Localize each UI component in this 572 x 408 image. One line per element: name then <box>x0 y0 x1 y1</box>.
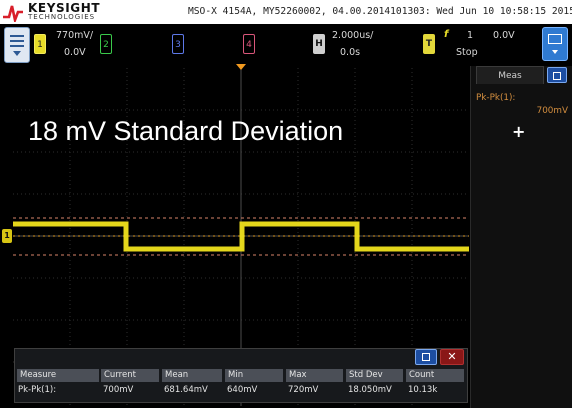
cell-count: 10.13k <box>408 385 438 395</box>
acquisition-status: Stop <box>456 47 478 58</box>
channel-1-offset: 0.0V <box>64 47 86 58</box>
channel-1-button[interactable]: 1 <box>34 34 46 54</box>
cell-measure: Pk-Pk(1): <box>18 385 57 395</box>
measurement-side-panel <box>470 66 572 408</box>
column-header-measure: Measure <box>17 369 99 382</box>
list-icon <box>422 353 430 361</box>
brand-subtitle: TECHNOLOGIES <box>28 13 96 21</box>
column-header-std-dev: Std Dev <box>346 369 403 382</box>
trigger-level: 0.0V <box>493 30 515 41</box>
trigger-position-marker[interactable] <box>236 64 246 70</box>
main-menu-button[interactable] <box>4 27 30 63</box>
list-icon <box>553 72 561 80</box>
trigger-button[interactable]: T <box>423 34 435 54</box>
channel-2-button[interactable]: 2 <box>100 34 112 54</box>
column-header-count: Count <box>406 369 464 382</box>
horizontal-delay: 0.0s <box>340 47 361 58</box>
side-measurement-value: 700mV <box>536 106 568 116</box>
column-header-current: Current <box>101 369 159 382</box>
trigger-source: 1 <box>467 30 474 41</box>
column-header-max: Max <box>286 369 343 382</box>
meas-menu-button[interactable] <box>547 67 567 83</box>
menu-icon <box>10 35 24 47</box>
add-measurement-button[interactable]: + <box>512 122 525 141</box>
instrument-info: MSO-X 4154A, MY52260002, 04.00.201410130… <box>188 6 572 17</box>
table-menu-button[interactable] <box>415 349 437 365</box>
channel-3-button[interactable]: 3 <box>172 34 184 54</box>
keysight-logo-icon <box>3 5 23 22</box>
channel-1-ground-marker[interactable]: 1 <box>2 229 12 243</box>
cell-current: 700mV <box>103 385 134 395</box>
cell-std-dev: 18.050mV <box>348 385 392 395</box>
horizontal-button[interactable]: H <box>313 34 325 54</box>
horizontal-scale: 2.000us/ <box>332 30 374 41</box>
column-header-mean: Mean <box>162 369 222 382</box>
screen-icon <box>548 34 562 44</box>
cell-min: 640mV <box>227 385 258 395</box>
cell-max: 720mV <box>288 385 319 395</box>
trigger-edge-icon: f <box>444 29 449 40</box>
cell-mean: 681.64mV <box>164 385 208 395</box>
chevron-down-icon <box>13 51 21 56</box>
column-header-min: Min <box>225 369 283 382</box>
chevron-down-icon <box>552 50 558 54</box>
channel-1-scale: 770mV/ <box>56 30 94 41</box>
display-button[interactable] <box>542 27 568 61</box>
overlay-annotation: 18 mV Standard Deviation <box>28 116 344 146</box>
channel-4-button[interactable]: 4 <box>243 34 255 54</box>
side-measurement-label: Pk-Pk(1): <box>476 93 516 103</box>
close-table-button[interactable]: ✕ <box>440 349 464 365</box>
tab-meas[interactable]: Meas <box>476 66 544 84</box>
